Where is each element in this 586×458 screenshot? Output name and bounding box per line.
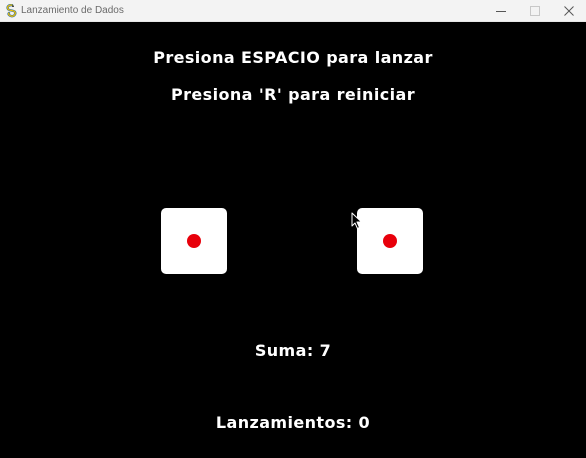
close-icon (564, 6, 574, 16)
sum-text: Suma: 7 (254, 341, 332, 360)
game-window: Lanzamiento de Dados Presiona ESPACIO pa… (0, 0, 586, 458)
close-button[interactable] (552, 0, 586, 22)
die-pip (187, 234, 201, 248)
minimize-icon (496, 11, 506, 12)
mouse-pointer-icon (351, 212, 362, 229)
die-right (357, 208, 423, 274)
maximize-icon (530, 6, 540, 16)
title-bar[interactable]: Lanzamiento de Dados (0, 0, 586, 22)
minimize-button[interactable] (484, 0, 518, 22)
window-title: Lanzamiento de Dados (21, 5, 124, 16)
roll-instruction: Presiona ESPACIO para lanzar (153, 48, 433, 67)
game-canvas[interactable]: Presiona ESPACIO para lanzar Presiona 'R… (0, 22, 586, 458)
die-left (161, 208, 227, 274)
roll-count-text: Lanzamientos: 0 (215, 413, 371, 432)
reset-instruction: Presiona 'R' para reiniciar (171, 85, 415, 104)
pygame-snake-icon (6, 4, 17, 18)
die-pip (383, 234, 397, 248)
maximize-button[interactable] (518, 0, 552, 22)
